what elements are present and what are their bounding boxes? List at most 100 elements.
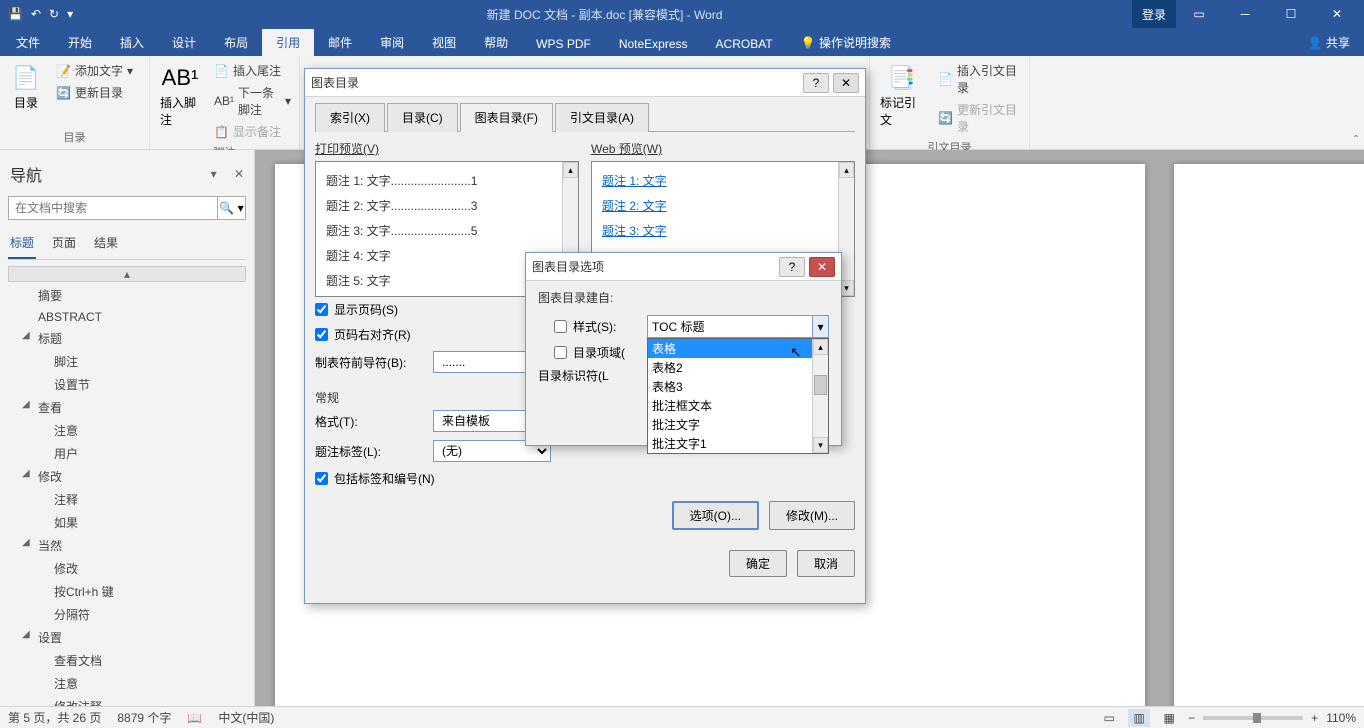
proofing-icon[interactable]: 📖 <box>187 711 202 725</box>
save-icon[interactable]: 💾 <box>8 7 23 21</box>
nav-close-icon[interactable]: ✕ <box>234 167 244 181</box>
ribbon-display-icon[interactable]: ▭ <box>1176 0 1222 28</box>
dialog-close-icon[interactable]: ✕ <box>833 73 859 93</box>
options-button[interactable]: 选项(O)... <box>672 501 759 530</box>
dialog-help-icon[interactable]: ? <box>803 73 829 93</box>
tab-layout[interactable]: 布局 <box>210 29 262 56</box>
close-icon[interactable]: ✕ <box>1314 0 1360 28</box>
tab-mailings[interactable]: 邮件 <box>314 29 366 56</box>
nav-item[interactable]: ABSTRACT <box>8 307 246 327</box>
dtab-toc[interactable]: 目录(C) <box>387 103 458 132</box>
share-button[interactable]: 👤 共享 <box>1294 29 1364 56</box>
print-layout-icon[interactable]: ▥ <box>1128 709 1150 727</box>
scroll-up-icon[interactable]: ▴ <box>813 339 828 355</box>
update-toc-button[interactable]: 🔄 更新目录 <box>52 82 137 103</box>
tab-review[interactable]: 审阅 <box>366 29 418 56</box>
nav-item[interactable]: 分隔符 <box>8 603 246 626</box>
language-status[interactable]: 中文(中国) <box>218 709 274 726</box>
nav-item[interactable]: 注意 <box>8 419 246 442</box>
next-footnote-button[interactable]: AB¹ 下一条脚注 ▾ <box>210 82 295 120</box>
ok-button[interactable]: 确定 <box>729 550 787 577</box>
insert-footnote-button[interactable]: AB¹ 插入脚注 <box>154 60 206 130</box>
include-label-checkbox[interactable] <box>315 472 328 485</box>
undo-icon[interactable]: ↶ <box>31 7 41 21</box>
minimize-icon[interactable]: ─ <box>1222 0 1268 28</box>
scrollbar-thumb[interactable] <box>814 375 827 395</box>
nav-item[interactable]: 注意 <box>8 672 246 695</box>
insert-toa-button[interactable]: 📄 插入引文目录 <box>934 60 1025 98</box>
nav-item[interactable]: 摘要 <box>8 284 246 307</box>
nav-item[interactable]: 按Ctrl+h 键 <box>8 580 246 603</box>
tab-acrobat[interactable]: ACROBAT <box>702 32 787 56</box>
cancel-button[interactable]: 取消 <box>797 550 855 577</box>
nav-item[interactable]: ◢当然 <box>8 534 246 557</box>
page-status[interactable]: 第 5 页，共 26 页 <box>8 709 101 726</box>
dtab-index[interactable]: 索引(X) <box>315 103 385 132</box>
combo-option[interactable]: 表格 <box>648 339 812 358</box>
add-text-button[interactable]: 📝 添加文字 ▾ <box>52 60 137 81</box>
nav-item[interactable]: ◢修改 <box>8 465 246 488</box>
word-count[interactable]: 8879 个字 <box>117 709 171 726</box>
insert-endnote-button[interactable]: 📄 插入尾注 <box>210 60 295 81</box>
dialog2-close-icon[interactable]: ✕ <box>809 257 835 277</box>
read-mode-icon[interactable]: ▭ <box>1098 709 1120 727</box>
maximize-icon[interactable]: ☐ <box>1268 0 1314 28</box>
modify-button[interactable]: 修改(M)... <box>769 501 855 530</box>
tab-references[interactable]: 引用 <box>262 29 314 56</box>
dtab-citations[interactable]: 引文目录(A) <box>555 103 649 132</box>
qat-dropdown-icon[interactable]: ▾ <box>67 7 73 21</box>
toc-button[interactable]: 📄 目录 <box>4 60 48 113</box>
dtab-figures[interactable]: 图表目录(F) <box>460 103 553 132</box>
tab-noteexpress[interactable]: NoteExpress <box>605 32 702 56</box>
style-combo[interactable]: TOC 标题 ▾ <box>647 315 829 338</box>
nav-scroll-up[interactable]: ▴ <box>8 266 246 282</box>
style-checkbox[interactable] <box>554 320 567 333</box>
search-button[interactable]: 🔍 ▾ <box>217 197 245 219</box>
redo-icon[interactable]: ↻ <box>49 7 59 21</box>
zoom-slider[interactable] <box>1203 716 1303 720</box>
page-next[interactable] <box>1174 164 1364 706</box>
scroll-up-icon[interactable]: ▴ <box>563 162 578 178</box>
dialog2-help-icon[interactable]: ? <box>779 257 805 277</box>
tab-file[interactable]: 文件 <box>2 29 54 56</box>
login-button[interactable]: 登录 <box>1132 0 1176 28</box>
toc-fields-checkbox[interactable] <box>554 346 567 359</box>
combo-option[interactable]: 表格3 <box>648 377 812 396</box>
zoom-in-icon[interactable]: + <box>1311 711 1318 725</box>
combo-option[interactable]: 批注文字 <box>648 415 812 434</box>
scroll-up-icon[interactable]: ▴ <box>839 162 854 178</box>
combo-option[interactable]: 批注文字1 <box>648 434 812 453</box>
nav-item[interactable]: ◢标题 <box>8 327 246 350</box>
nav-item[interactable]: 脚注 <box>8 350 246 373</box>
nav-item[interactable]: ◢查看 <box>8 396 246 419</box>
nav-item[interactable]: 设置节 <box>8 373 246 396</box>
search-input[interactable] <box>9 197 217 219</box>
right-align-checkbox[interactable] <box>315 328 328 341</box>
tab-wps-pdf[interactable]: WPS PDF <box>522 32 605 56</box>
show-page-numbers-checkbox[interactable] <box>315 303 328 316</box>
nav-item[interactable]: 注释 <box>8 488 246 511</box>
nav-dropdown-icon[interactable]: ▾ <box>211 167 217 181</box>
web-layout-icon[interactable]: ▦ <box>1158 709 1180 727</box>
nav-item[interactable]: 修改 <box>8 557 246 580</box>
tab-insert[interactable]: 插入 <box>106 29 158 56</box>
nav-tab-results[interactable]: 结果 <box>92 230 120 259</box>
tab-help[interactable]: 帮助 <box>470 29 522 56</box>
nav-tab-headings[interactable]: 标题 <box>8 230 36 259</box>
nav-item[interactable]: 用户 <box>8 442 246 465</box>
nav-item[interactable]: ◢设置 <box>8 626 246 649</box>
tab-home[interactable]: 开始 <box>54 29 106 56</box>
nav-item[interactable]: 查看文档 <box>8 649 246 672</box>
nav-tab-pages[interactable]: 页面 <box>50 230 78 259</box>
scroll-down-icon[interactable]: ▾ <box>813 437 828 453</box>
tab-view[interactable]: 视图 <box>418 29 470 56</box>
tab-design[interactable]: 设计 <box>158 29 210 56</box>
collapse-ribbon-icon[interactable]: ˆ <box>1354 133 1358 147</box>
zoom-out-icon[interactable]: − <box>1188 711 1195 725</box>
nav-item[interactable]: 如果 <box>8 511 246 534</box>
combo-option[interactable]: 表格2 <box>648 358 812 377</box>
zoom-level[interactable]: 110% <box>1326 711 1356 725</box>
combo-option[interactable]: 批注框文本 <box>648 396 812 415</box>
tab-tell-me[interactable]: 💡 操作说明搜索 <box>787 29 905 56</box>
mark-citation-button[interactable]: 📑 标记引文 <box>874 60 930 130</box>
